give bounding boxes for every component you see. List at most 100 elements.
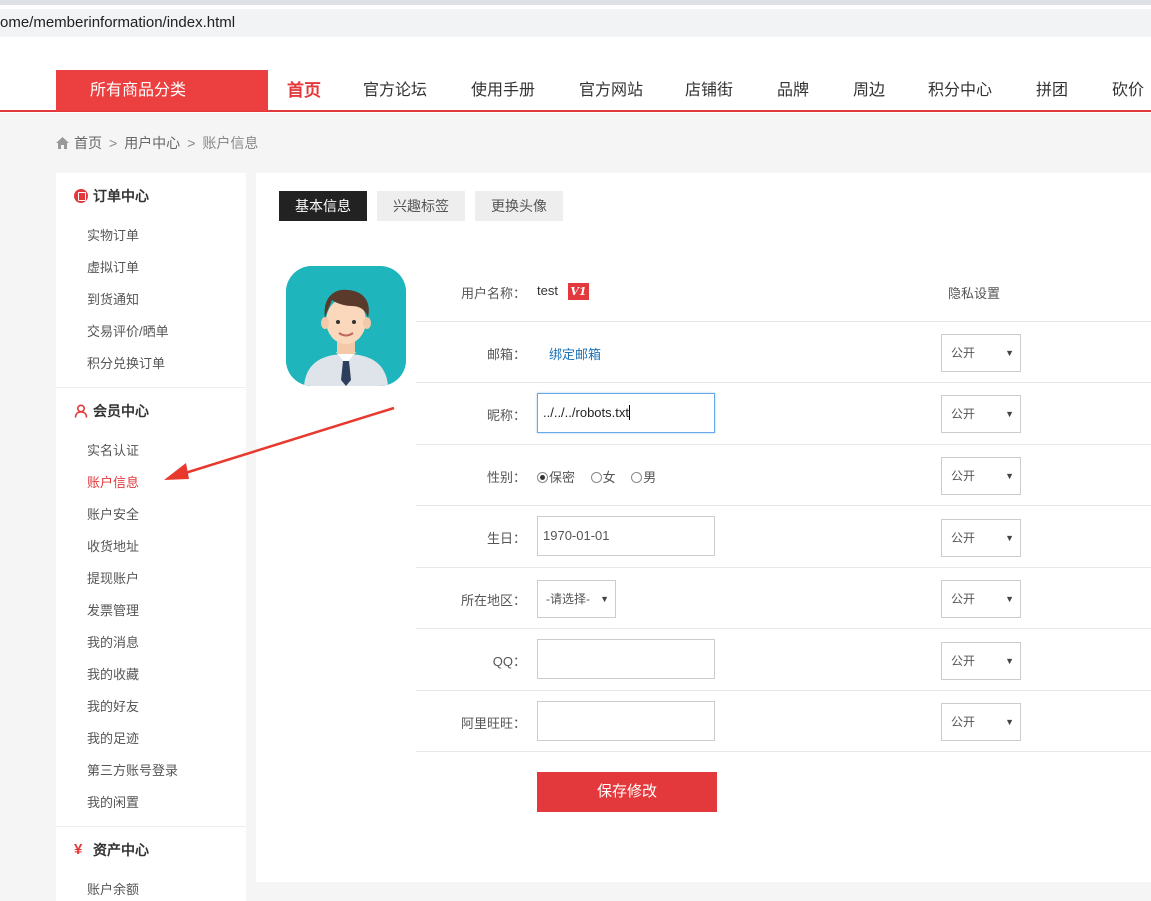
user-avatar <box>286 266 406 386</box>
nav-home[interactable]: 首页 <box>287 70 321 111</box>
nav-group-buy[interactable]: 拼团 <box>1036 70 1068 111</box>
gender-option-label: 女 <box>602 470 616 485</box>
sidebar-item-points-orders[interactable]: 积分兑换订单 <box>87 353 165 372</box>
sidebar-item-shipping-address[interactable]: 收货地址 <box>87 536 139 555</box>
region-select-value: -请选择- <box>546 592 590 606</box>
sidebar-section-asset-center: ¥ 资产中心 <box>74 840 149 860</box>
sidebar-item-third-party-login[interactable]: 第三方账号登录 <box>87 760 178 779</box>
nav-shop-street[interactable]: 店铺街 <box>685 70 733 111</box>
caret-down-icon: ▼ <box>1005 594 1014 604</box>
radio-icon[interactable] <box>590 472 602 483</box>
nav-peripheral[interactable]: 周边 <box>853 70 885 111</box>
bind-email-link[interactable]: 绑定邮箱 <box>549 344 601 363</box>
sidebar-item-reviews[interactable]: 交易评价/晒单 <box>87 321 169 340</box>
breadcrumb-current: 账户信息 <box>202 135 259 151</box>
nickname-privacy-select[interactable]: 公开 ▼ <box>941 395 1021 433</box>
sidebar-item-invoice[interactable]: 发票管理 <box>87 600 139 619</box>
row-divider <box>416 505 1151 506</box>
sidebar-item-idle-items[interactable]: 我的闲置 <box>87 792 139 811</box>
privacy-settings-header: 隐私设置 <box>948 286 1001 301</box>
qq-label: QQ： <box>492 654 526 669</box>
privacy-select-value: 公开 <box>951 407 976 421</box>
gender-option-secret[interactable]: 保密 <box>537 470 575 485</box>
gender-option-female[interactable]: 女 <box>590 470 616 485</box>
nav-points-center[interactable]: 积分中心 <box>928 70 992 111</box>
breadcrumb-separator: > <box>187 135 196 151</box>
yen-icon: ¥ <box>74 841 83 858</box>
nickname-input-value: ../../../robots.txt <box>543 405 629 420</box>
user-icon <box>74 404 88 418</box>
save-changes-button[interactable]: 保存修改 <box>537 772 717 812</box>
qq-input[interactable] <box>537 639 715 679</box>
sidebar-divider <box>56 826 246 827</box>
nav-forum[interactable]: 官方论坛 <box>363 70 427 111</box>
sidebar-item-virtual-orders[interactable]: 虚拟订单 <box>87 257 139 276</box>
radio-icon[interactable] <box>631 472 643 483</box>
all-categories-button[interactable]: 所有商品分类 <box>56 70 268 111</box>
aliwangwang-input[interactable] <box>537 701 715 741</box>
email-label: 邮箱： <box>486 347 526 362</box>
nav-official-site[interactable]: 官方网站 <box>579 70 643 111</box>
sidebar-item-account-security[interactable]: 账户安全 <box>87 504 139 523</box>
privacy-select-value: 公开 <box>951 654 976 668</box>
vip-level-badge: V1 <box>567 283 589 300</box>
nav-bargain[interactable]: 砍价 <box>1112 70 1144 111</box>
radio-checked-icon[interactable] <box>537 472 548 483</box>
email-privacy-select[interactable]: 公开 ▼ <box>941 334 1021 372</box>
caret-down-icon: ▼ <box>1005 348 1014 358</box>
username-value-wrap: test V1 <box>537 283 589 300</box>
browser-address-bar: ome/memberinformation/index.html <box>0 0 1151 40</box>
privacy-select-value: 公开 <box>951 469 976 483</box>
gender-radio-group: 保密 女 男 <box>537 467 656 486</box>
row-divider <box>416 751 1151 752</box>
url-text[interactable]: ome/memberinformation/index.html <box>0 14 235 31</box>
sidebar-item-arrival-notice[interactable]: 到货通知 <box>87 289 139 308</box>
sidebar-section-member-center: 会员中心 <box>74 401 149 421</box>
nickname-input[interactable]: ../../../robots.txt <box>537 393 715 433</box>
privacy-select-value: 公开 <box>951 715 976 729</box>
text-cursor <box>628 405 630 420</box>
sidebar-item-favorites[interactable]: 我的收藏 <box>87 664 139 683</box>
breadcrumb-home[interactable]: 首页 <box>74 133 102 153</box>
nav-brand[interactable]: 品牌 <box>777 70 809 111</box>
qq-privacy-select[interactable]: 公开 ▼ <box>941 642 1021 680</box>
breadcrumb-user-center[interactable]: 用户中心 <box>124 133 180 153</box>
nav-manual[interactable]: 使用手册 <box>471 70 535 111</box>
sidebar-item-real-name[interactable]: 实名认证 <box>87 440 139 459</box>
region-select[interactable]: -请选择- ▼ <box>537 580 616 618</box>
sidebar-section-title: 会员中心 <box>93 403 149 419</box>
gender-label: 性别： <box>486 470 526 485</box>
caret-down-icon: ▼ <box>1005 533 1014 543</box>
birthday-privacy-select[interactable]: 公开 ▼ <box>941 519 1021 557</box>
row-divider <box>416 382 1151 383</box>
gender-privacy-select[interactable]: 公开 ▼ <box>941 457 1021 495</box>
sidebar-item-friends[interactable]: 我的好友 <box>87 696 139 715</box>
sidebar-item-physical-orders[interactable]: 实物订单 <box>87 225 139 244</box>
region-label: 所在地区： <box>460 593 526 608</box>
gender-option-label: 保密 <box>549 470 576 485</box>
birthday-label: 生日： <box>486 531 526 546</box>
sidebar-item-withdraw-account[interactable]: 提现账户 <box>87 568 139 587</box>
caret-down-icon: ▼ <box>1005 471 1014 481</box>
sidebar-item-footprints[interactable]: 我的足迹 <box>87 728 139 747</box>
sidebar-section-order-center: 订单中心 <box>74 186 149 206</box>
row-divider <box>416 690 1151 691</box>
main-nav: 所有商品分类 首页 官方论坛 使用手册 官方网站 店铺街 品牌 周边 积分中心 … <box>0 70 1151 112</box>
username-value: test <box>537 283 558 298</box>
home-icon <box>56 137 69 149</box>
sidebar-item-account-info[interactable]: 账户信息 <box>87 472 139 491</box>
region-privacy-select[interactable]: 公开 ▼ <box>941 580 1021 618</box>
sidebar-item-balance[interactable]: 账户余额 <box>87 879 139 898</box>
privacy-select-value: 公开 <box>951 531 976 545</box>
main-panel: 基本信息 兴趣标签 更换头像 用户名称： test V1 隐私设置 邮箱： 绑定邮… <box>256 173 1151 882</box>
caret-down-icon: ▼ <box>600 594 609 604</box>
gender-option-male[interactable]: 男 <box>631 470 656 485</box>
row-divider <box>416 628 1151 629</box>
birthday-input[interactable]: 1970-01-01 <box>537 516 715 556</box>
tab-interest-tags[interactable]: 兴趣标签 <box>377 191 465 221</box>
row-divider <box>416 444 1151 445</box>
sidebar-item-messages[interactable]: 我的消息 <box>87 632 139 651</box>
aliwangwang-privacy-select[interactable]: 公开 ▼ <box>941 703 1021 741</box>
tab-change-avatar[interactable]: 更换头像 <box>475 191 563 221</box>
tab-basic-info[interactable]: 基本信息 <box>279 191 367 221</box>
